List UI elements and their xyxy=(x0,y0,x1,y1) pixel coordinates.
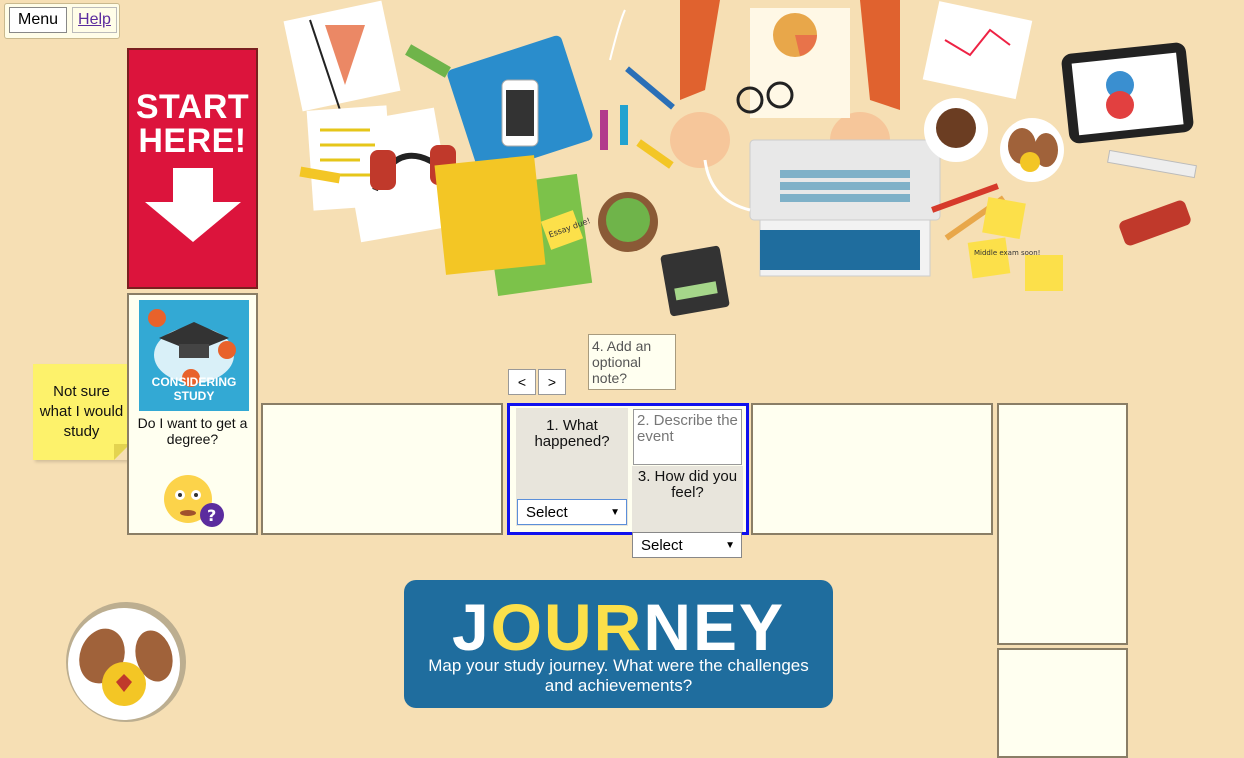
what-happened-select[interactable]: Select ▼ xyxy=(517,499,627,525)
sticky-note: Not sure what I would study xyxy=(33,364,130,460)
sticky-note-text: Not sure what I would study xyxy=(39,383,124,440)
start-here-text: START HERE! xyxy=(135,88,250,160)
desk-illustration: Essay due! Middle exam soon! xyxy=(283,0,1197,317)
journey-step-4[interactable] xyxy=(751,403,993,535)
how-did-you-feel-label: 3. How did you feel? xyxy=(637,468,738,501)
svg-text:?: ? xyxy=(207,506,216,525)
journey-step-6[interactable] xyxy=(997,648,1128,758)
how-did-you-feel-panel: 3. How did you feel? xyxy=(632,466,743,532)
considering-study-card: CONSIDERING STUDY xyxy=(139,300,249,411)
journey-step-5[interactable] xyxy=(997,403,1128,645)
considering-study-label: CONSIDERING STUDY xyxy=(151,375,237,403)
journey-step-2[interactable] xyxy=(261,403,503,535)
how-did-you-feel-select[interactable]: Select ▼ xyxy=(632,532,742,558)
next-button[interactable]: > xyxy=(538,369,566,395)
dropdown-arrow-icon: ▼ xyxy=(610,506,620,518)
journey-title: JOURNEY xyxy=(404,594,833,660)
journey-banner: JOURNEY Map your study journey. What wer… xyxy=(404,580,833,708)
journey-step-1[interactable]: CONSIDERING STUDY Do I want to get a deg… xyxy=(127,293,258,535)
optional-note-prompt[interactable]: 4. Add an optional note? xyxy=(588,334,676,390)
thinking-emoji-icon: ? xyxy=(164,475,224,527)
what-happened-select-value: Select xyxy=(526,503,568,521)
arrow-down-icon xyxy=(145,168,241,242)
what-happened-label: 1. What happened? xyxy=(534,417,610,450)
journey-title-part1: JOUR xyxy=(451,590,644,664)
dropdown-arrow-icon: ▼ xyxy=(725,539,735,551)
step1-text: Do I want to get a degree? xyxy=(137,415,248,447)
how-did-you-feel-select-value: Select xyxy=(641,536,683,554)
journey-title-part2: NEY xyxy=(643,590,786,664)
start-here-banner: START HERE! xyxy=(127,48,258,289)
prev-button[interactable]: < xyxy=(508,369,536,395)
journey-subtitle: Map your study journey. What were the ch… xyxy=(428,656,809,695)
menu-button[interactable]: Menu xyxy=(9,7,67,33)
cookie-plate-icon xyxy=(66,602,186,722)
describe-event-field[interactable]: 2. Describe the event xyxy=(633,409,742,465)
help-link[interactable]: Help xyxy=(72,7,117,33)
